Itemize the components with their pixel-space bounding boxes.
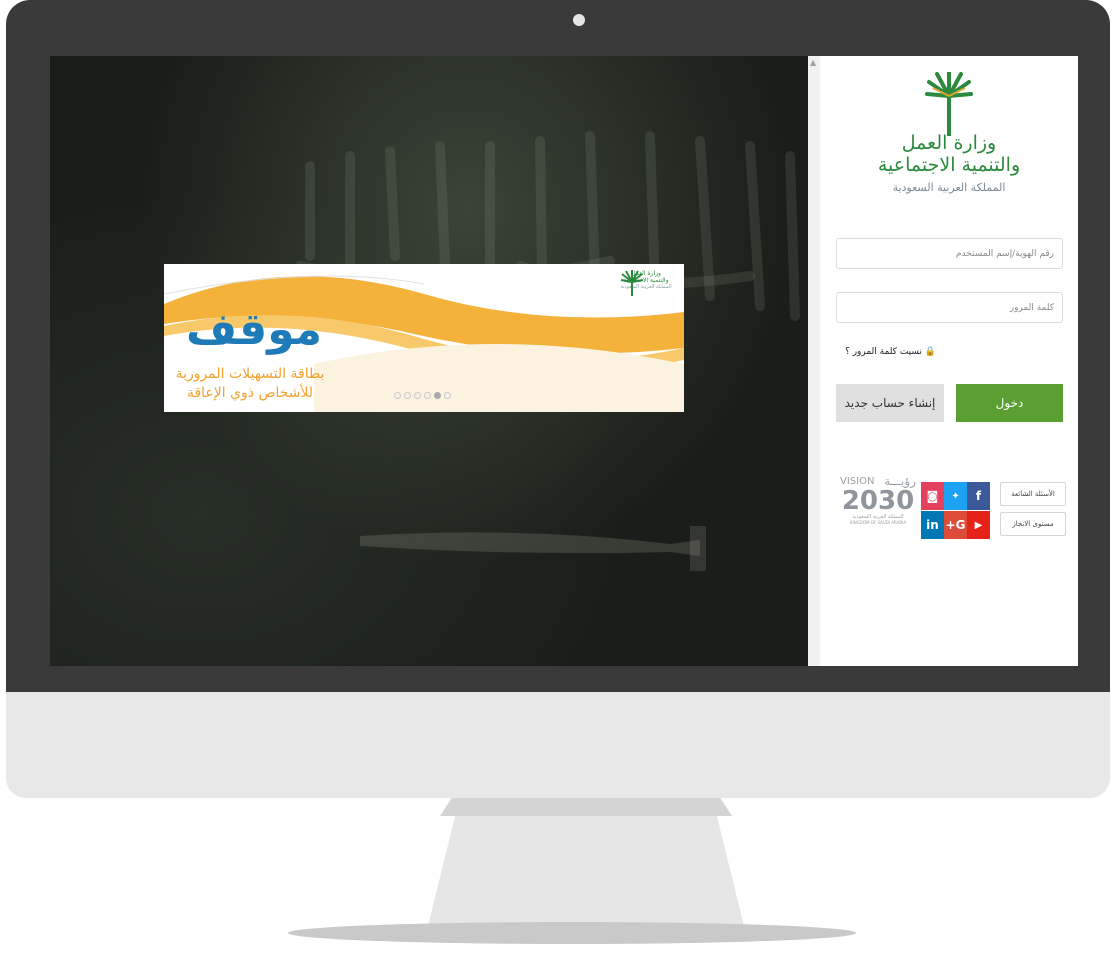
slider-dot[interactable] — [424, 392, 431, 399]
monitor-chin — [6, 692, 1110, 798]
password-input[interactable] — [836, 292, 1063, 323]
scroll-up-icon[interactable]: ▲ — [810, 58, 816, 67]
monitor-stand-shadow — [440, 798, 732, 816]
vision-country-en: KINGDOM OF SAUDI ARABIA — [849, 520, 907, 525]
vision-2030-logo: رؤيـــة VISION 2030 المملكة العربية السع… — [840, 474, 916, 544]
banner-ministry-logo: وزارة العمل والتنمية الاجتماعية المملكة … — [620, 270, 672, 296]
login-panel: وزارة العمل والتنمية الاجتماعية المملكة … — [820, 56, 1078, 666]
facebook-icon[interactable]: f — [967, 482, 990, 510]
banner-subtitle-2: للأشخاص ذوي الإعاقة — [186, 385, 314, 401]
banner-slide[interactable]: موقف بطاقة التسهيلات المرورية للأشخاص ذو… — [164, 264, 684, 412]
scrollbar[interactable]: ▲ — [808, 56, 820, 666]
youtube-icon[interactable]: ▶ — [967, 511, 990, 539]
register-button[interactable]: إنشاء حساب جديد — [836, 384, 944, 422]
ministry-logo — [820, 70, 1078, 140]
slider-dot[interactable] — [404, 392, 411, 399]
camera-dot — [573, 14, 585, 26]
screen: موقف بطاقة التسهيلات المرورية للأشخاص ذو… — [50, 56, 1078, 666]
slider-dot[interactable] — [394, 392, 401, 399]
forgot-password-link[interactable]: 🔒 نسيت كلمة المرور ؟ — [845, 347, 936, 357]
ministry-country: المملكة العربية السعودية — [892, 181, 1006, 194]
monitor-stand — [428, 798, 744, 926]
palm-logo-icon — [925, 70, 973, 136]
forgot-password-label: نسيت كلمة المرور ؟ — [845, 347, 922, 357]
slider-dot[interactable] — [434, 392, 441, 399]
progress-level-link[interactable]: مستوى الانجاز — [1000, 512, 1066, 536]
slider-dot[interactable] — [414, 392, 421, 399]
linkedin-icon[interactable]: in — [921, 511, 944, 539]
slider-dots — [394, 392, 451, 399]
google-plus-icon[interactable]: G+ — [944, 511, 967, 539]
twitter-icon[interactable]: ✦ — [944, 482, 967, 510]
slider-dot[interactable] — [444, 392, 451, 399]
monitor-base — [288, 922, 856, 944]
vision-label: VISION — [840, 475, 875, 487]
footer-links: الأسئلة الشائعة مستوى الانجاز — [1000, 482, 1066, 542]
login-button[interactable]: دخول — [956, 384, 1063, 422]
banner-subtitle-1: بطاقة التسهيلات المرورية — [175, 366, 325, 382]
ministry-name-line2: والتنمية الاجتماعية — [877, 154, 1021, 176]
instagram-icon[interactable]: ◙ — [921, 482, 944, 510]
lock-icon: 🔒 — [924, 347, 936, 357]
background-flag: موقف بطاقة التسهيلات المرورية للأشخاص ذو… — [50, 56, 808, 666]
ministry-name-line1: وزارة العمل — [901, 132, 997, 154]
social-links: f ✦ ◙ ▶ G+ in — [920, 482, 990, 539]
username-input[interactable] — [836, 238, 1063, 269]
vision-year: 2030 — [841, 486, 915, 516]
banner-title: موقف — [186, 304, 323, 355]
palm-logo-icon — [620, 270, 644, 296]
faq-link[interactable]: الأسئلة الشائعة — [1000, 482, 1066, 506]
